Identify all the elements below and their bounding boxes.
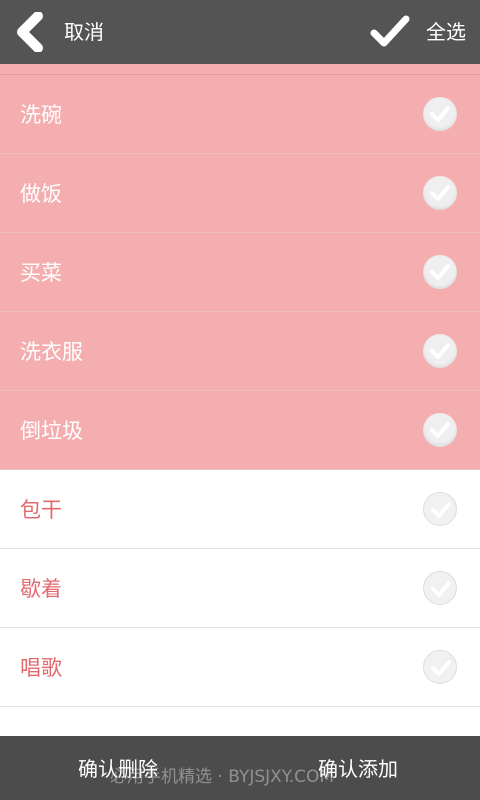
select-all-button[interactable]: 全选 [362, 0, 480, 64]
checkbox-unchecked-icon[interactable] [423, 571, 457, 605]
list-item[interactable]: 做饭 [0, 154, 480, 233]
list-item[interactable]: 洗衣服 [0, 312, 480, 391]
list-item[interactable]: 唱歌 [0, 628, 480, 707]
list-item[interactable]: 买菜 [0, 233, 480, 312]
checkbox-checked-icon[interactable] [423, 255, 457, 289]
list-item[interactable]: 倒垃圾 [0, 391, 480, 470]
list-item[interactable]: 包干 [0, 470, 480, 549]
list-item-label: 洗衣服 [20, 340, 83, 364]
checkbox-unchecked-icon[interactable] [423, 650, 457, 684]
list-item-label: 洗碗 [20, 103, 62, 127]
watermark-text: 必用手机精选 · BYJSJXY.COM [110, 767, 335, 787]
list-item-label: 包干 [20, 498, 62, 522]
list-item-label: 唱歌 [20, 656, 62, 680]
list-item-partial[interactable] [0, 707, 480, 736]
cancel-label: 取消 [64, 20, 104, 44]
list-item[interactable]: 洗碗 [0, 75, 480, 154]
checkbox-unchecked-icon[interactable] [423, 492, 457, 526]
list-item[interactable]: 歇着 [0, 549, 480, 628]
checkbox-checked-icon[interactable] [423, 97, 457, 131]
checkbox-checked-icon[interactable] [423, 334, 457, 368]
screen: 取消 全选 洗碗 做饭 买菜 洗衣服 倒垃圾 包干 歇着 唱歌 确认删除 确认添… [0, 0, 480, 800]
list-item-label: 买菜 [20, 261, 62, 285]
list-item-label: 歇着 [20, 577, 62, 601]
task-list[interactable]: 洗碗 做饭 买菜 洗衣服 倒垃圾 包干 歇着 唱歌 [0, 64, 480, 736]
cancel-button[interactable]: 取消 [0, 0, 130, 64]
chevron-left-icon [14, 11, 48, 53]
list-item-label: 倒垃圾 [20, 419, 83, 443]
checkbox-checked-icon[interactable] [423, 413, 457, 447]
select-all-label: 全选 [426, 20, 466, 44]
checkmark-icon [370, 14, 410, 50]
checkbox-checked-icon[interactable] [423, 176, 457, 210]
top-bar: 取消 全选 [0, 0, 480, 64]
list-item-label: 做饭 [20, 182, 62, 206]
list-top-strip [0, 64, 480, 75]
